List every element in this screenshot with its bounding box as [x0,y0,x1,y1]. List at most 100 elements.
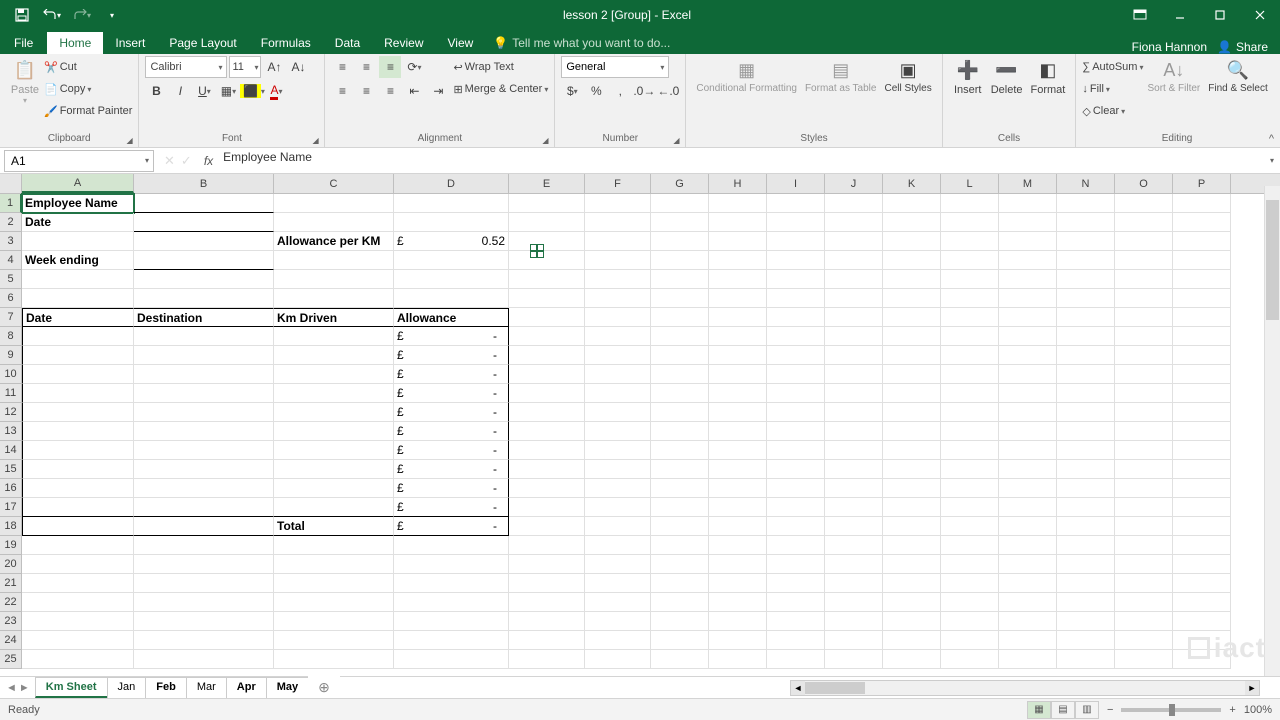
cell-B14[interactable] [134,441,274,460]
cell-K24[interactable] [883,631,941,650]
tab-home[interactable]: Home [47,32,103,54]
cell-J25[interactable] [825,650,883,669]
cell-M7[interactable] [999,308,1057,327]
cell-P14[interactable] [1173,441,1231,460]
cell-P21[interactable] [1173,574,1231,593]
cell-J14[interactable] [825,441,883,460]
cell-I5[interactable] [767,270,825,289]
column-header-A[interactable]: A [22,174,134,193]
cell-M11[interactable] [999,384,1057,403]
cell-J15[interactable] [825,460,883,479]
italic-button[interactable]: I [169,80,191,102]
accounting-format-icon[interactable]: $▾ [561,80,583,102]
row-header-22[interactable]: 22 [0,593,22,612]
cell-B19[interactable] [134,536,274,555]
cell-H10[interactable] [709,365,767,384]
cell-K3[interactable] [883,232,941,251]
cell-M18[interactable] [999,517,1057,536]
cell-N21[interactable] [1057,574,1115,593]
font-size-select[interactable]: 11▾ [229,56,261,78]
ribbon-display-icon[interactable] [1120,0,1160,30]
row-header-7[interactable]: 7 [0,308,22,327]
normal-view-icon[interactable]: ▦ [1027,701,1051,719]
cell-H8[interactable] [709,327,767,346]
cell-P12[interactable] [1173,403,1231,422]
cell-L12[interactable] [941,403,999,422]
fx-icon[interactable]: fx [198,154,219,168]
cell-B3[interactable] [134,232,274,251]
cell-D22[interactable] [394,593,509,612]
cell-E18[interactable] [509,517,585,536]
column-header-E[interactable]: E [509,174,585,193]
cell-D8[interactable]: £- [394,327,509,346]
cell-I3[interactable] [767,232,825,251]
cell-G8[interactable] [651,327,709,346]
cell-E21[interactable] [509,574,585,593]
row-header-13[interactable]: 13 [0,422,22,441]
cell-E10[interactable] [509,365,585,384]
cell-C16[interactable] [274,479,394,498]
decrease-indent-icon[interactable]: ⇤ [403,80,425,102]
cell-B8[interactable] [134,327,274,346]
cell-E22[interactable] [509,593,585,612]
cell-K22[interactable] [883,593,941,612]
cell-G6[interactable] [651,289,709,308]
cell-I20[interactable] [767,555,825,574]
row-header-11[interactable]: 11 [0,384,22,403]
cell-I25[interactable] [767,650,825,669]
cell-K8[interactable] [883,327,941,346]
cell-A20[interactable] [22,555,134,574]
cell-O10[interactable] [1115,365,1173,384]
cell-O20[interactable] [1115,555,1173,574]
cell-G11[interactable] [651,384,709,403]
cell-K5[interactable] [883,270,941,289]
cell-M19[interactable] [999,536,1057,555]
row-header-10[interactable]: 10 [0,365,22,384]
cell-P19[interactable] [1173,536,1231,555]
cell-H22[interactable] [709,593,767,612]
cell-F11[interactable] [585,384,651,403]
cell-I7[interactable] [767,308,825,327]
cell-A3[interactable] [22,232,134,251]
formula-input[interactable]: Employee Name [219,150,1264,172]
cell-J5[interactable] [825,270,883,289]
cell-N14[interactable] [1057,441,1115,460]
cell-B24[interactable] [134,631,274,650]
cell-J8[interactable] [825,327,883,346]
cell-B1[interactable] [134,194,274,213]
cell-O7[interactable] [1115,308,1173,327]
cell-C2[interactable] [274,213,394,232]
cell-M10[interactable] [999,365,1057,384]
cell-F7[interactable] [585,308,651,327]
cell-styles-button[interactable]: ▣Cell Styles [880,56,935,96]
cell-A12[interactable] [22,403,134,422]
column-header-M[interactable]: M [999,174,1057,193]
cell-A22[interactable] [22,593,134,612]
cell-P2[interactable] [1173,213,1231,232]
align-bottom-icon[interactable]: ≡ [379,56,401,78]
cell-P8[interactable] [1173,327,1231,346]
cell-F24[interactable] [585,631,651,650]
cell-L20[interactable] [941,555,999,574]
cell-H20[interactable] [709,555,767,574]
cell-B13[interactable] [134,422,274,441]
align-middle-icon[interactable]: ≡ [355,56,377,78]
cell-O23[interactable] [1115,612,1173,631]
cell-H16[interactable] [709,479,767,498]
cell-C21[interactable] [274,574,394,593]
cell-J2[interactable] [825,213,883,232]
cell-D24[interactable] [394,631,509,650]
cell-M14[interactable] [999,441,1057,460]
cell-P17[interactable] [1173,498,1231,517]
increase-font-icon[interactable]: A↑ [263,56,285,78]
cell-M8[interactable] [999,327,1057,346]
cell-M4[interactable] [999,251,1057,270]
cell-K17[interactable] [883,498,941,517]
cell-C25[interactable] [274,650,394,669]
cell-A21[interactable] [22,574,134,593]
cell-D4[interactable] [394,251,509,270]
cell-E24[interactable] [509,631,585,650]
column-header-L[interactable]: L [941,174,999,193]
cell-C13[interactable] [274,422,394,441]
cell-A24[interactable] [22,631,134,650]
